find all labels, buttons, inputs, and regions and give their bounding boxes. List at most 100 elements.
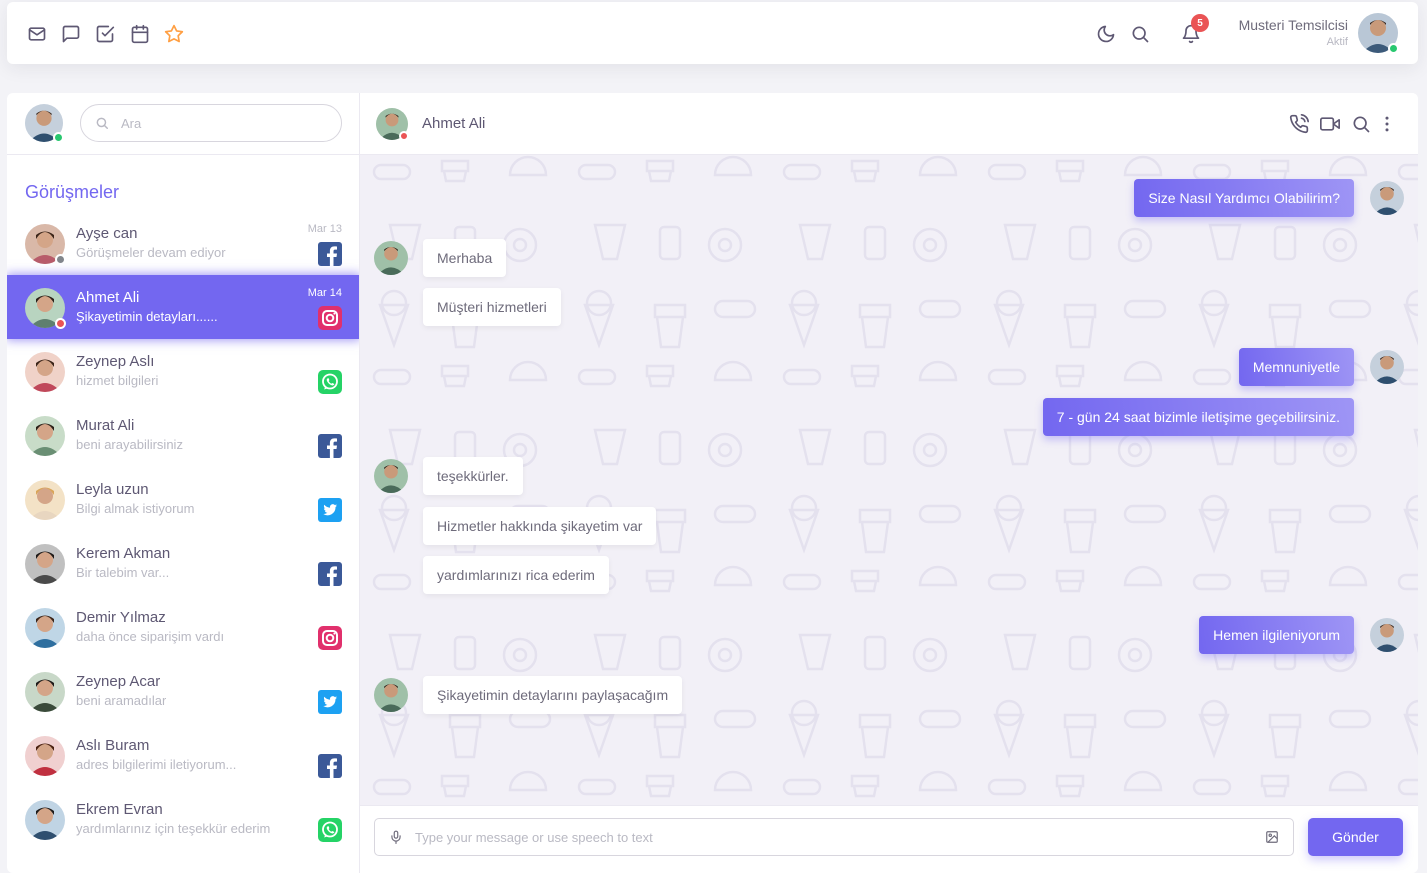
- message-input[interactable]: [415, 829, 1265, 845]
- facebook-icon: [318, 242, 342, 266]
- chat-list-item[interactable]: Aslı Buram adres bilgilerimi iletiyorum..…: [7, 723, 359, 787]
- star-icon[interactable]: [163, 23, 185, 45]
- agent-message-avatar: [1370, 181, 1404, 215]
- chat-sidebar: Görüşmeler Ayşe can Görüşmeler devam ediy…: [7, 93, 360, 873]
- chat-contact-name: Murat Ali: [76, 417, 135, 434]
- incoming-message: Hizmetler hakkında şikayetim var: [423, 507, 657, 545]
- chat-contact-name: Leyla uzun: [76, 481, 149, 498]
- chat-last-message: hizmet bilgileri: [76, 373, 159, 388]
- contact-avatar[interactable]: [25, 288, 66, 329]
- chat-search-input[interactable]: [121, 115, 321, 131]
- message-input-box: [374, 818, 1294, 856]
- chat-contact-name: Zeynep Aslı: [76, 353, 155, 370]
- chat-time: Mar 13: [307, 223, 342, 235]
- notification-badge: 5: [1191, 14, 1209, 32]
- contact-avatar[interactable]: [25, 736, 65, 776]
- chat-list: Ayşe can Görüşmeler devam ediyor Mar 13 Ahm…: [7, 211, 359, 851]
- instagram-icon: [318, 306, 342, 330]
- outgoing-message: Size Nasıl Yardımcı Olabilirim?: [1134, 179, 1354, 217]
- chat-last-message: adres bilgilerimi iletiyorum...: [76, 757, 237, 772]
- search-icon[interactable]: [1351, 114, 1371, 134]
- contact-message-avatar: [374, 678, 408, 712]
- chat-list-item[interactable]: Demir Yılmaz daha önce siparişim vardı: [7, 595, 359, 659]
- twitter-icon: [318, 498, 342, 522]
- whatsapp-icon: [318, 370, 342, 394]
- outgoing-message: 7 - gün 24 saat bizimle iletişime geçebi…: [1042, 398, 1354, 436]
- chat-last-message: daha önce siparişim vardı: [76, 629, 225, 644]
- outgoing-message: Hemen ilgileniyorum: [1199, 616, 1354, 654]
- contact-avatar[interactable]: [25, 416, 65, 456]
- chat-header: Ahmet Ali: [360, 93, 1418, 155]
- chat-messages: Size Nasıl Yardımcı Olabilirim? Merhaba Mü…: [360, 155, 1418, 805]
- chat-contact-name: Ayşe can: [76, 225, 138, 242]
- image-icon[interactable]: [1265, 830, 1279, 844]
- facebook-icon: [318, 754, 342, 778]
- more-vertical-icon[interactable]: [1377, 114, 1397, 134]
- contact-avatar[interactable]: [25, 480, 65, 520]
- online-status-dot: [1388, 43, 1399, 54]
- user-status: Aktif: [1326, 36, 1348, 48]
- chat-time: Mar 14: [307, 287, 342, 299]
- contact-message-avatar: [374, 459, 408, 493]
- video-icon[interactable]: [1320, 114, 1340, 134]
- chat-last-message: Görüşmeler devam ediyor: [76, 245, 226, 260]
- bell-icon[interactable]: 5: [1180, 14, 1209, 45]
- chat-list-item[interactable]: Ekrem Evran yardımlarınız için teşekkür e…: [7, 787, 359, 851]
- chat-search: [80, 104, 342, 142]
- chat-contact-name: Ekrem Evran: [76, 801, 163, 818]
- mail-icon[interactable]: [26, 23, 48, 45]
- chat-list-item[interactable]: Ayşe can Görüşmeler devam ediyor Mar 13: [7, 211, 359, 275]
- chat-contact-name: Zeynep Acar: [76, 673, 161, 690]
- twitter-icon: [318, 690, 342, 714]
- incoming-message: Merhaba: [423, 239, 507, 277]
- sidebar-header: [7, 93, 359, 155]
- phone-call-icon[interactable]: [1289, 114, 1309, 134]
- my-avatar[interactable]: [25, 104, 64, 143]
- whatsapp-icon: [318, 818, 342, 842]
- search-icon: [96, 117, 108, 129]
- check-square-icon[interactable]: [94, 23, 116, 45]
- online-status-dot: [53, 132, 64, 143]
- chat-contact-name: Ahmet Ali: [76, 289, 140, 306]
- contact-avatar[interactable]: [25, 800, 65, 840]
- send-button[interactable]: Gönder: [1308, 818, 1403, 856]
- chat-list-item[interactable]: Zeynep Aslı hizmet bilgileri: [7, 339, 359, 403]
- incoming-message: teşekkürler.: [423, 457, 523, 495]
- mic-icon[interactable]: [389, 830, 403, 844]
- moon-icon[interactable]: [1095, 23, 1117, 45]
- contact-avatar[interactable]: [25, 352, 65, 392]
- top-navbar: 5 Musteri Temsilcisi Aktif: [7, 2, 1418, 64]
- calendar-icon[interactable]: [129, 23, 151, 45]
- chat-last-message: beni arayabilirsiniz: [76, 437, 183, 452]
- agent-message-avatar: [1370, 618, 1404, 652]
- chat-last-message: beni aramadılar: [76, 693, 167, 708]
- chat-area: Ahmet Ali Size Nasıl Yardımcı Olabilirim…: [360, 93, 1418, 873]
- chat-list-item[interactable]: Zeynep Acar beni aramadılar: [7, 659, 359, 723]
- chat-contact-name: Kerem Akman: [76, 545, 171, 562]
- search-icon[interactable]: [1129, 23, 1151, 45]
- contact-avatar[interactable]: [25, 224, 66, 265]
- outgoing-message: Memnuniyetle: [1238, 348, 1354, 386]
- chat-list-item[interactable]: Murat Ali beni arayabilirsiniz: [7, 403, 359, 467]
- contact-name: Ahmet Ali: [422, 115, 486, 132]
- contact-avatar[interactable]: [25, 544, 65, 584]
- facebook-icon: [318, 434, 342, 458]
- chat-last-message: Bir talebim var...: [76, 565, 170, 580]
- contact-message-avatar: [374, 241, 408, 275]
- contact-avatar[interactable]: [25, 608, 65, 648]
- contact-avatar[interactable]: [376, 108, 409, 141]
- facebook-icon: [318, 562, 342, 586]
- contact-avatar[interactable]: [25, 672, 65, 712]
- chat-last-message: Bilgi almak istiyorum: [76, 501, 195, 516]
- user-avatar[interactable]: [1358, 13, 1399, 54]
- chat-list-item[interactable]: Kerem Akman Bir talebim var...: [7, 531, 359, 595]
- agent-message-avatar: [1370, 350, 1404, 384]
- user-name: Musteri Temsilcisi: [1238, 17, 1348, 33]
- message-square-icon[interactable]: [60, 23, 82, 45]
- instagram-icon: [318, 626, 342, 650]
- busy-status-dot: [399, 131, 409, 141]
- chat-last-message: yardımlarınız için teşekkür ederim: [76, 821, 271, 836]
- chat-list-item[interactable]: Ahmet Ali Şikayetimin detayları...... Mar …: [7, 275, 359, 339]
- chat-list-item[interactable]: Leyla uzun Bilgi almak istiyorum: [7, 467, 359, 531]
- section-title: Görüşmeler: [25, 182, 120, 202]
